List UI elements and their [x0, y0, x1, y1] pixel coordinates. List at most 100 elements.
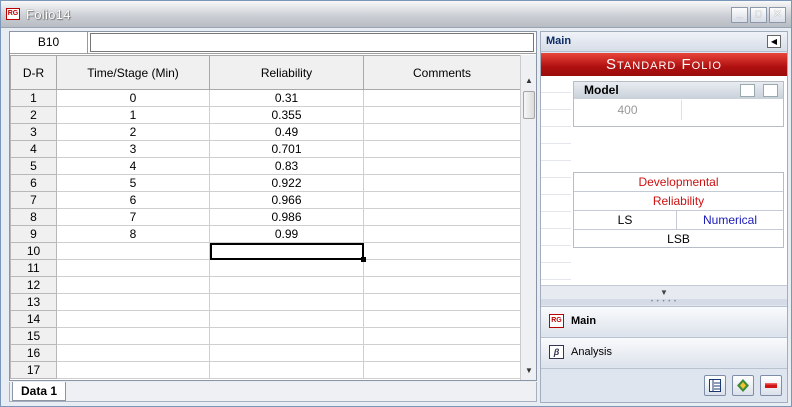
collapse-panel-icon[interactable]: ◀	[767, 35, 781, 48]
cell-reference[interactable]: B10	[10, 32, 88, 53]
row-number[interactable]: 16	[10, 344, 57, 362]
scroll-thumb[interactable]	[523, 91, 535, 119]
setting-lsb[interactable]: LSB	[574, 230, 783, 249]
column-header-time[interactable]: Time/Stage (Min)	[56, 55, 210, 90]
setting-numerical[interactable]: Numerical	[677, 211, 783, 229]
cell-comments[interactable]	[363, 259, 521, 277]
cell-comments[interactable]	[363, 89, 521, 107]
cell-time[interactable]	[56, 276, 210, 294]
cell-reliability[interactable]: 0.966	[209, 191, 364, 209]
cell-comments[interactable]	[363, 344, 521, 362]
model-option-button-2[interactable]	[763, 84, 778, 97]
cell-time[interactable]: 2	[56, 123, 210, 141]
column-header-reliability[interactable]: Reliability	[209, 55, 364, 90]
cell-comments[interactable]	[363, 174, 521, 192]
vertical-scrollbar[interactable]: ▲ ▼	[520, 55, 536, 380]
cell-reliability[interactable]	[209, 361, 364, 379]
cell-time[interactable]	[56, 259, 210, 277]
cell-comments[interactable]	[363, 123, 521, 141]
cell-reliability[interactable]: 0.31	[209, 89, 364, 107]
cell-comments[interactable]	[363, 191, 521, 209]
minimize-button[interactable]: _	[731, 7, 748, 23]
cell-reliability[interactable]	[209, 242, 366, 262]
sheet-tab-data1[interactable]: Data 1	[12, 382, 66, 401]
cell-reliability[interactable]: 0.922	[209, 174, 364, 192]
scroll-down-icon[interactable]: ▼	[521, 363, 536, 379]
row-number[interactable]: 10	[10, 242, 57, 260]
column-header-dr[interactable]: D-R	[10, 55, 57, 90]
cell-reliability[interactable]	[209, 327, 364, 345]
cell-time[interactable]: 5	[56, 174, 210, 192]
cell-time[interactable]	[56, 310, 210, 328]
cell-reliability[interactable]: 0.701	[209, 140, 364, 158]
cell-reliability[interactable]: 0.355	[209, 106, 364, 124]
row-number[interactable]: 15	[10, 327, 57, 345]
cell-reliability[interactable]: 0.49	[209, 123, 364, 141]
cell-comments[interactable]	[363, 208, 521, 226]
cell-time[interactable]: 8	[56, 225, 210, 243]
nav-analysis-button[interactable]: β Analysis	[541, 337, 787, 367]
row-number[interactable]: 14	[10, 310, 57, 328]
cell-comments[interactable]	[363, 106, 521, 124]
splitter-grip[interactable]: • • • • •	[541, 299, 787, 305]
title-bar[interactable]: RG Folio14 _ □ ✕	[1, 1, 791, 28]
cell-comments[interactable]	[363, 157, 521, 175]
close-button[interactable]: ✕	[769, 7, 786, 23]
cell-reliability[interactable]: 0.986	[209, 208, 364, 226]
cell-comments[interactable]	[363, 276, 521, 294]
row-number[interactable]: 8	[10, 208, 57, 226]
row-number[interactable]: 6	[10, 174, 57, 192]
expand-down-icon[interactable]: ▼	[541, 285, 787, 299]
cell-time[interactable]	[56, 242, 210, 260]
cell-comments[interactable]	[363, 293, 521, 311]
cell-reliability[interactable]	[209, 259, 364, 277]
row-number[interactable]: 7	[10, 191, 57, 209]
setting-data-type[interactable]: Developmental	[574, 173, 783, 192]
column-header-comments[interactable]: Comments	[363, 55, 521, 90]
row-number[interactable]: 11	[10, 259, 57, 277]
cell-time[interactable]: 1	[56, 106, 210, 124]
cell-comments[interactable]	[363, 310, 521, 328]
cell-comments[interactable]	[363, 361, 521, 379]
cell-time[interactable]	[56, 327, 210, 345]
cell-time[interactable]: 7	[56, 208, 210, 226]
setting-metric[interactable]: Reliability	[574, 192, 783, 211]
model-value[interactable]: 400	[574, 100, 682, 120]
row-number[interactable]: 5	[10, 157, 57, 175]
maximize-button[interactable]: □	[750, 7, 767, 23]
row-number[interactable]: 9	[10, 225, 57, 243]
cell-time[interactable]: 3	[56, 140, 210, 158]
model-option-button-1[interactable]	[740, 84, 755, 97]
cell-comments[interactable]	[363, 327, 521, 345]
view-layout-button[interactable]	[704, 375, 726, 396]
scroll-up-icon[interactable]: ▲	[521, 73, 536, 89]
cell-reliability[interactable]	[209, 293, 364, 311]
row-number[interactable]: 3	[10, 123, 57, 141]
formula-input[interactable]	[90, 33, 534, 52]
cell-time[interactable]	[56, 361, 210, 379]
fill-handle[interactable]	[361, 257, 366, 262]
cell-time[interactable]	[56, 293, 210, 311]
cell-comments[interactable]	[363, 225, 521, 243]
cell-reliability[interactable]	[209, 344, 364, 362]
cell-time[interactable]: 6	[56, 191, 210, 209]
nav-main-button[interactable]: RG Main	[541, 306, 787, 336]
row-number[interactable]: 2	[10, 106, 57, 124]
cell-reliability[interactable]	[209, 310, 364, 328]
row-number[interactable]: 4	[10, 140, 57, 158]
row-number[interactable]: 1	[10, 89, 57, 107]
cell-comments[interactable]	[363, 140, 521, 158]
cell-time[interactable]: 0	[56, 89, 210, 107]
row-number[interactable]: 13	[10, 293, 57, 311]
cell-reliability[interactable]: 0.99	[209, 225, 364, 243]
plot-button[interactable]	[760, 375, 782, 396]
calculate-button[interactable]	[732, 375, 754, 396]
row-number[interactable]: 17	[10, 361, 57, 379]
row-number[interactable]: 12	[10, 276, 57, 294]
cell-time[interactable]	[56, 344, 210, 362]
cell-reliability[interactable]	[209, 276, 364, 294]
cell-reliability[interactable]: 0.83	[209, 157, 364, 175]
setting-estimation-method[interactable]: LS	[574, 211, 677, 229]
cell-time[interactable]: 4	[56, 157, 210, 175]
cell-comments[interactable]	[363, 242, 521, 260]
